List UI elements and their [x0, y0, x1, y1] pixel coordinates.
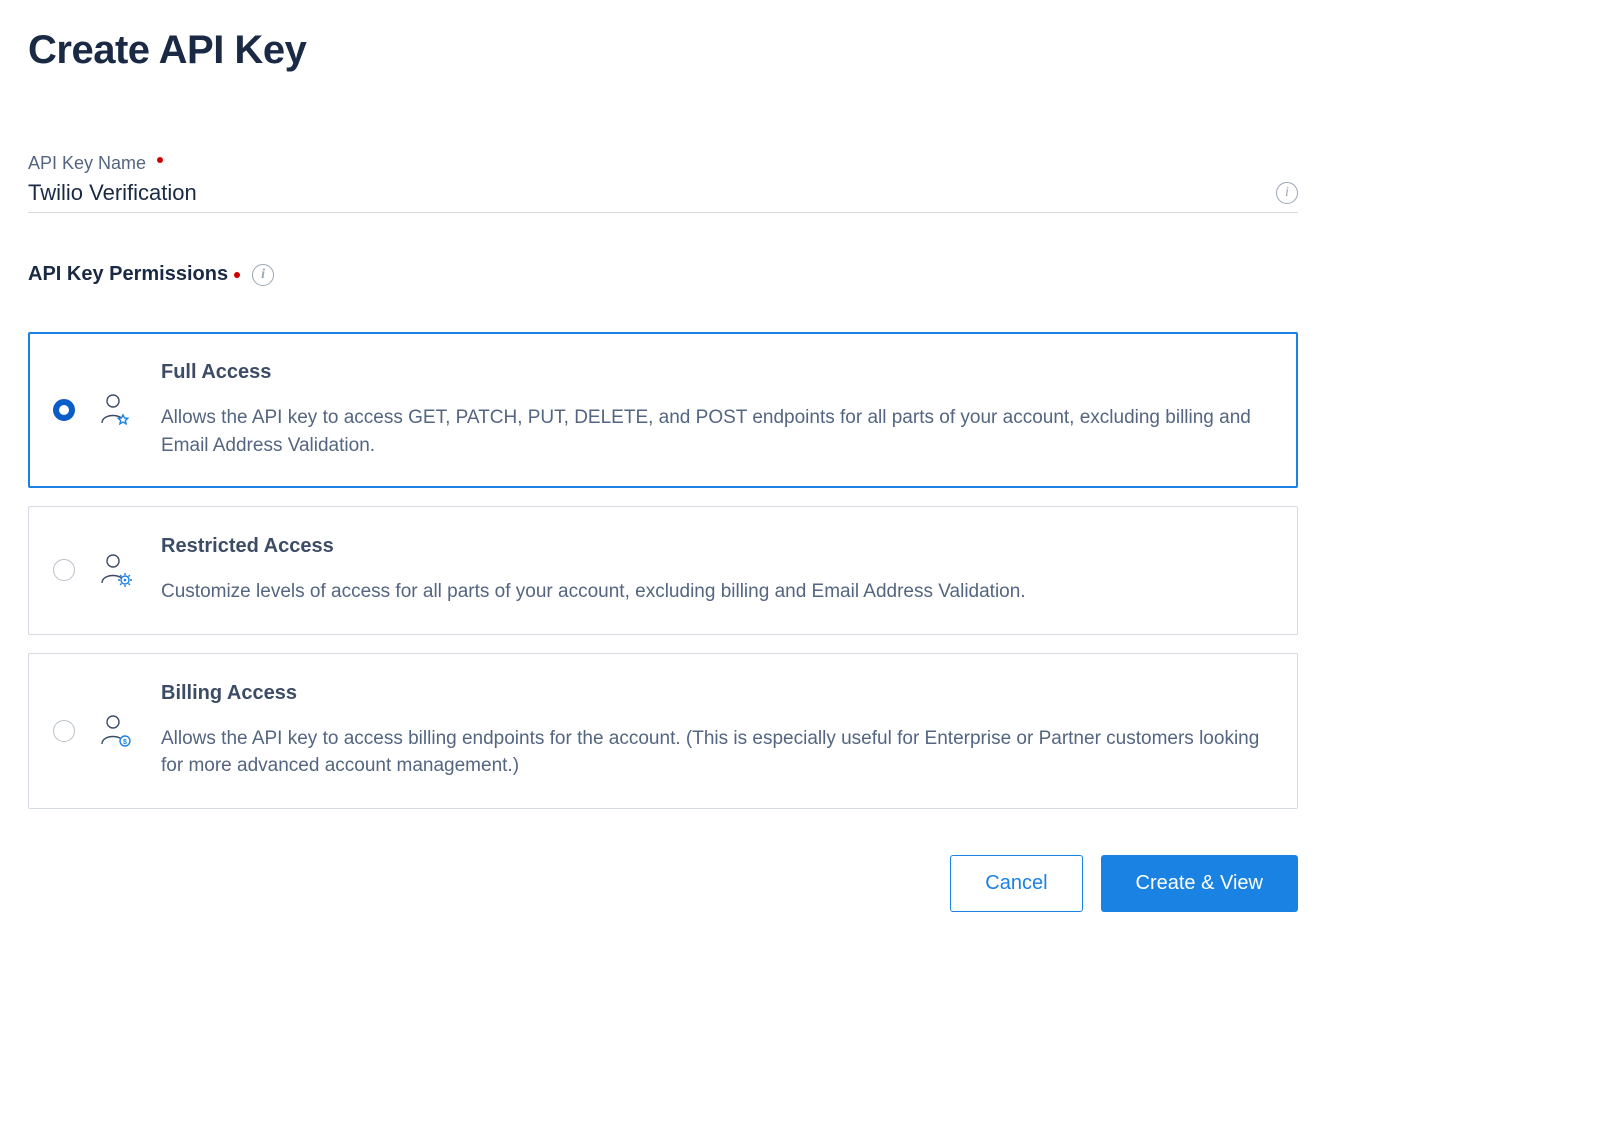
info-icon[interactable]: i [252, 264, 274, 286]
permission-description: Allows the API key to access billing end… [161, 725, 1269, 780]
permissions-label: API Key Permissions i [28, 263, 1298, 286]
required-dot-icon [234, 272, 240, 278]
radio-full-access[interactable] [53, 399, 75, 421]
api-key-name-label-text: API Key Name [28, 153, 146, 173]
permission-option-restricted[interactable]: Restricted Access Customize levels of ac… [28, 506, 1298, 635]
required-dot-icon [157, 157, 163, 163]
permission-title: Full Access [161, 361, 1269, 384]
radio-restricted-access[interactable] [53, 559, 75, 581]
svg-text:$: $ [123, 739, 127, 746]
radio-billing-access[interactable] [53, 720, 75, 742]
permission-option-billing[interactable]: $ Billing Access Allows the API key to a… [28, 653, 1298, 809]
permission-description: Customize levels of access for all parts… [161, 578, 1269, 606]
api-key-name-input[interactable] [28, 180, 1264, 206]
permissions-label-text: API Key Permissions [28, 263, 228, 286]
api-key-name-label: API Key Name [28, 153, 1298, 174]
create-and-view-button[interactable]: Create & View [1101, 855, 1298, 912]
user-gear-icon [97, 552, 133, 588]
user-star-icon [97, 392, 133, 428]
permission-title: Restricted Access [161, 535, 1269, 558]
user-dollar-icon: $ [97, 713, 133, 749]
permission-description: Allows the API key to access GET, PATCH,… [161, 404, 1269, 459]
page-title: Create API Key [28, 28, 1298, 73]
permission-title: Billing Access [161, 682, 1269, 705]
permission-option-full[interactable]: Full Access Allows the API key to access… [28, 332, 1298, 488]
cancel-button[interactable]: Cancel [950, 855, 1082, 912]
info-icon[interactable]: i [1276, 182, 1298, 204]
